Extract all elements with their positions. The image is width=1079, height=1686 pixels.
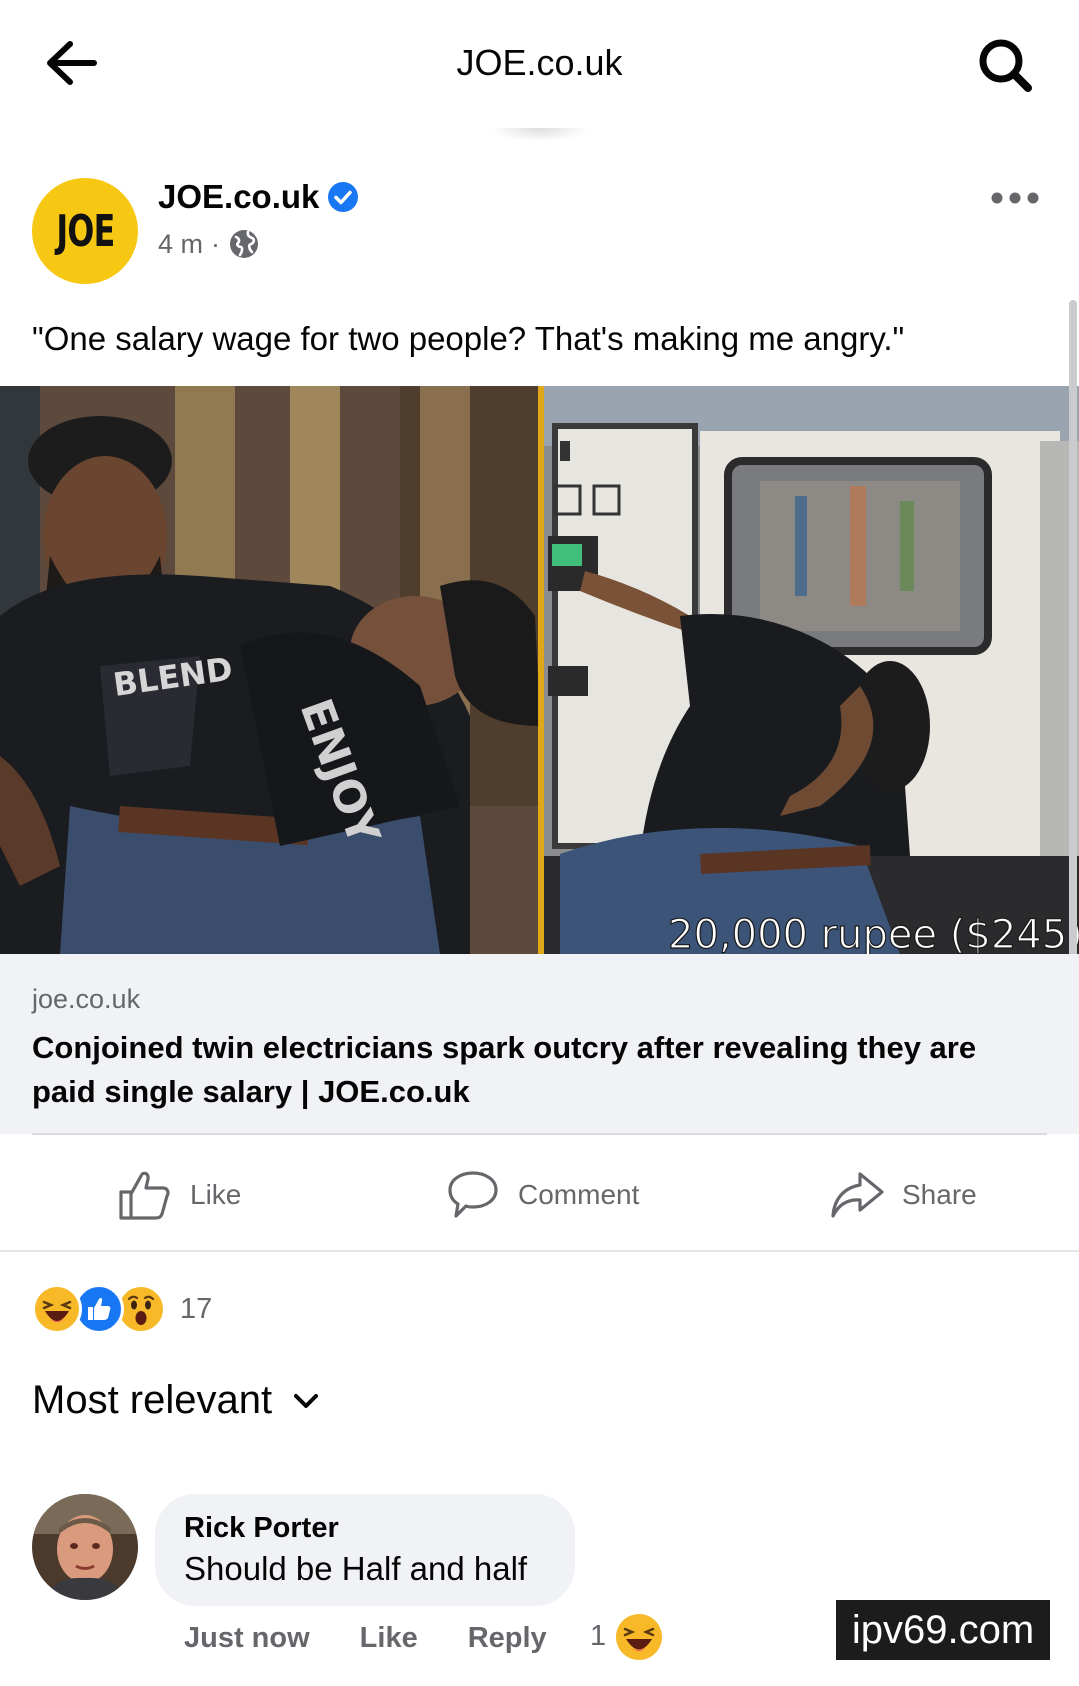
top-bar: JOE.co.uk — [0, 0, 1079, 130]
thumbs-up-icon — [119, 1171, 170, 1220]
haha-reaction-icon — [32, 1284, 82, 1334]
comment-label: Comment — [518, 1179, 640, 1210]
page-title: JOE.co.uk — [456, 42, 623, 83]
meta-separator: · — [211, 228, 221, 259]
comment-actions: Just now Like Reply — [184, 1622, 597, 1655]
share-arrow-icon — [831, 1172, 884, 1218]
comment-reply-button[interactable]: Reply — [468, 1622, 547, 1655]
post-image[interactable]: BLEND ENJOY 20,000 rupee ($245) — [0, 386, 1079, 954]
comment-button[interactable]: Comment — [446, 1140, 639, 1250]
link-title[interactable]: Conjoined twin electricians spark outcry… — [32, 1026, 1032, 1114]
image-overlay-text: 20,000 rupee ($245) — [668, 912, 1079, 954]
like-label: Like — [190, 1179, 242, 1210]
haha-reaction-icon[interactable] — [616, 1614, 662, 1660]
like-button[interactable]: Like — [118, 1140, 241, 1250]
reaction-count: 17 — [180, 1292, 213, 1325]
comment-reaction-count: 1 — [590, 1620, 607, 1652]
commenter-avatar[interactable] — [32, 1494, 138, 1600]
share-button[interactable]: Share — [830, 1140, 977, 1250]
reaction-summary[interactable]: 17 — [32, 1284, 212, 1334]
post-author-name[interactable]: JOE.co.uk — [158, 178, 319, 216]
page-avatar[interactable]: JOE — [32, 178, 138, 284]
divider — [32, 1133, 1047, 1135]
comment-time[interactable]: Just now — [184, 1622, 310, 1655]
post-author[interactable]: JOE.co.uk — [158, 178, 359, 216]
globe-icon — [228, 228, 260, 260]
post-caption: "One salary wage for two people? That's … — [32, 320, 905, 357]
comment-bubble-icon — [448, 1171, 498, 1218]
search-icon[interactable] — [970, 30, 1042, 102]
post-time[interactable]: 4 m — [158, 229, 203, 260]
comment-sort-dropdown[interactable]: Most relevant — [32, 1378, 320, 1423]
scrollbar[interactable] — [1069, 300, 1077, 1068]
avatar-logo-text: JOE — [55, 205, 115, 257]
share-label: Share — [902, 1179, 977, 1210]
verified-badge-icon — [327, 181, 359, 213]
comment-like-button[interactable]: Like — [360, 1622, 418, 1655]
watermark: ipv69.com — [836, 1600, 1050, 1660]
comment-text: Should be Half and half — [184, 1550, 528, 1587]
divider — [0, 1250, 1079, 1252]
post-meta: 4 m · — [158, 228, 260, 260]
link-domain: joe.co.uk — [32, 984, 141, 1014]
header-shadow — [490, 128, 590, 142]
more-options-icon[interactable] — [985, 180, 1045, 220]
chevron-down-icon — [294, 1393, 319, 1408]
comment-author[interactable]: Rick Porter — [184, 1512, 339, 1545]
action-bar: Like Comment Share — [0, 1140, 1079, 1250]
sort-label: Most relevant — [32, 1378, 273, 1422]
